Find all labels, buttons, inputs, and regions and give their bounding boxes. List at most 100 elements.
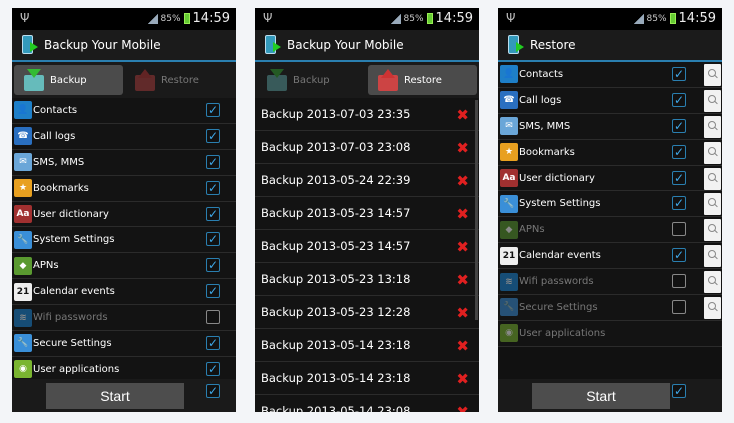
phone-screen-restore: Ψ 85% 14:59 Restore 👤 Contacts ✓ ☎ Call logs… xyxy=(498,8,722,412)
item-checkbox[interactable]: ✓ xyxy=(672,196,686,211)
start-button[interactable]: Start xyxy=(532,383,670,409)
list-item[interactable]: ◆APNs ✓ xyxy=(498,217,722,244)
preview-search-icon[interactable] xyxy=(704,271,721,294)
backup-entry[interactable]: Backup 2013-07-03 23:35 ✖ xyxy=(255,98,479,131)
list-item[interactable]: 21 Calendar events ✓ xyxy=(498,243,722,270)
list-item[interactable]: 🔧Secure Settings ✓ xyxy=(498,295,722,321)
item-checkbox[interactable]: ✓ xyxy=(672,170,686,185)
delete-icon[interactable]: ✖ xyxy=(456,172,469,190)
item-label: System Settings xyxy=(33,234,115,246)
delete-icon[interactable]: ✖ xyxy=(456,238,469,256)
list-item[interactable]: 🔧Secure Settings ✓ xyxy=(12,331,236,357)
tab-label: Restore xyxy=(161,74,199,86)
item-label: Wifi passwords xyxy=(519,276,594,288)
preview-search-icon[interactable] xyxy=(704,64,721,86)
item-checkbox[interactable]: ✓ xyxy=(672,248,686,263)
list-item[interactable]: ✉ SMS, MMS ✓ xyxy=(498,114,722,140)
item-checkbox[interactable]: ✓ xyxy=(672,67,686,81)
preview-search-icon[interactable] xyxy=(704,245,721,268)
delete-icon[interactable]: ✖ xyxy=(456,304,469,322)
usb-icon: Ψ xyxy=(263,11,273,25)
tab-restore[interactable]: Restore xyxy=(368,65,477,95)
usb-icon: Ψ xyxy=(506,11,516,25)
list-item[interactable]: Aa User dictionary ✓ xyxy=(12,202,236,228)
scrollbar[interactable] xyxy=(475,100,478,320)
wrench-icon: 🔧 xyxy=(14,334,32,353)
list-item[interactable]: Aa User dictionary ✓ xyxy=(498,166,722,192)
delete-icon[interactable]: ✖ xyxy=(456,106,469,124)
list-item[interactable]: ★ Bookmarks ✓ xyxy=(498,140,722,166)
envelope-icon: ✉ xyxy=(500,117,518,136)
item-checkbox[interactable]: ✓ xyxy=(206,154,220,169)
backup-entry[interactable]: Backup 2013-05-23 14:57 ✖ xyxy=(255,197,479,230)
list-item[interactable]: ◆APNs ✓ xyxy=(12,253,236,280)
list-item[interactable]: ◉ User applications xyxy=(498,321,722,347)
backup-entry[interactable]: Backup 2013-05-24 22:39 ✖ xyxy=(255,164,479,197)
preview-search-icon[interactable] xyxy=(704,115,721,138)
backup-entry-label: Backup 2013-05-14 23:18 xyxy=(261,338,411,352)
item-checkbox[interactable]: ✓ xyxy=(672,300,686,315)
item-checkbox[interactable]: ✓ xyxy=(206,361,220,376)
item-checkbox[interactable]: ✓ xyxy=(206,258,220,273)
preview-search-icon[interactable] xyxy=(704,193,721,216)
item-checkbox[interactable]: ✓ xyxy=(206,103,220,117)
delete-icon[interactable]: ✖ xyxy=(456,403,469,412)
backup-entry-label: Backup 2013-05-14 23:08 xyxy=(261,404,411,412)
item-checkbox[interactable]: ✓ xyxy=(672,92,686,107)
item-checkbox[interactable]: ✓ xyxy=(206,206,220,221)
list-item[interactable]: ≋Wifi passwords ✓ xyxy=(498,269,722,296)
list-item[interactable]: 👤 Contacts ✓ xyxy=(12,98,236,124)
list-item[interactable]: 21 Calendar events ✓ xyxy=(12,279,236,306)
select-all-checkbox[interactable]: ✓ xyxy=(672,384,686,398)
item-checkbox[interactable]: ✓ xyxy=(672,222,686,237)
list-item[interactable]: ≋Wifi passwords ✓ xyxy=(12,305,236,332)
item-checkbox[interactable]: ✓ xyxy=(206,336,220,351)
tab-restore[interactable]: Restore xyxy=(125,65,234,95)
battery-icon xyxy=(669,13,676,24)
backup-entry[interactable]: Backup 2013-05-14 23:18 ✖ xyxy=(255,362,479,395)
tab-backup[interactable]: Backup xyxy=(257,65,366,95)
envelope-icon: ✉ xyxy=(14,153,32,172)
item-checkbox[interactable]: ✓ xyxy=(206,310,220,325)
backup-entry[interactable]: Backup 2013-07-03 23:08 ✖ xyxy=(255,131,479,164)
tab-backup[interactable]: Backup xyxy=(14,65,123,95)
backup-entry[interactable]: Backup 2013-05-14 23:08 ✖ xyxy=(255,395,479,412)
item-checkbox[interactable]: ✓ xyxy=(206,180,220,195)
backup-entry[interactable]: Backup 2013-05-23 13:18 ✖ xyxy=(255,263,479,296)
calendar-icon: 21 xyxy=(500,246,518,265)
delete-icon[interactable]: ✖ xyxy=(456,139,469,157)
start-button[interactable]: Start xyxy=(46,383,184,409)
list-item[interactable]: 🔧 System Settings ✓ xyxy=(12,227,236,254)
list-item[interactable]: ☎ Call logs ✓ xyxy=(12,124,236,150)
backup-entry-label: Backup 2013-07-03 23:08 xyxy=(261,140,411,154)
list-item[interactable]: ★ Bookmarks ✓ xyxy=(12,176,236,202)
backup-entry[interactable]: Backup 2013-05-14 23:18 ✖ xyxy=(255,329,479,362)
list-item[interactable]: 👤 Contacts ✓ xyxy=(498,62,722,88)
star-icon: ★ xyxy=(14,179,32,198)
item-checkbox[interactable]: ✓ xyxy=(672,274,686,289)
delete-icon[interactable]: ✖ xyxy=(456,370,469,388)
item-checkbox[interactable]: ✓ xyxy=(672,118,686,133)
delete-icon[interactable]: ✖ xyxy=(456,205,469,223)
delete-icon[interactable]: ✖ xyxy=(456,337,469,355)
status-bar: Ψ 85% 14:59 xyxy=(498,8,722,30)
preview-search-icon[interactable] xyxy=(704,297,721,320)
preview-search-icon[interactable] xyxy=(704,167,721,190)
item-checkbox[interactable]: ✓ xyxy=(206,284,220,299)
list-item[interactable]: 🔧 System Settings ✓ xyxy=(498,191,722,218)
preview-search-icon[interactable] xyxy=(704,89,721,112)
backup-entry[interactable]: Backup 2013-05-23 12:28 ✖ xyxy=(255,296,479,329)
item-checkbox[interactable]: ✓ xyxy=(206,232,220,247)
delete-icon[interactable]: ✖ xyxy=(456,271,469,289)
backup-entry[interactable]: Backup 2013-05-23 14:57 ✖ xyxy=(255,230,479,263)
preview-search-icon[interactable] xyxy=(704,141,721,164)
preview-search-icon[interactable] xyxy=(704,219,721,242)
list-item[interactable]: ✉ SMS, MMS ✓ xyxy=(12,150,236,176)
signal-icon xyxy=(390,13,401,24)
backup-item-list: 👤 Contacts ✓ ☎ Call logs ✓ ✉ SMS, MMS ✓ ★ Bookmark… xyxy=(12,98,236,383)
item-checkbox[interactable]: ✓ xyxy=(206,128,220,143)
item-label: Wifi passwords xyxy=(33,312,108,324)
item-checkbox[interactable]: ✓ xyxy=(672,144,686,159)
select-all-checkbox[interactable]: ✓ xyxy=(206,384,220,398)
list-item[interactable]: ☎ Call logs ✓ xyxy=(498,88,722,114)
